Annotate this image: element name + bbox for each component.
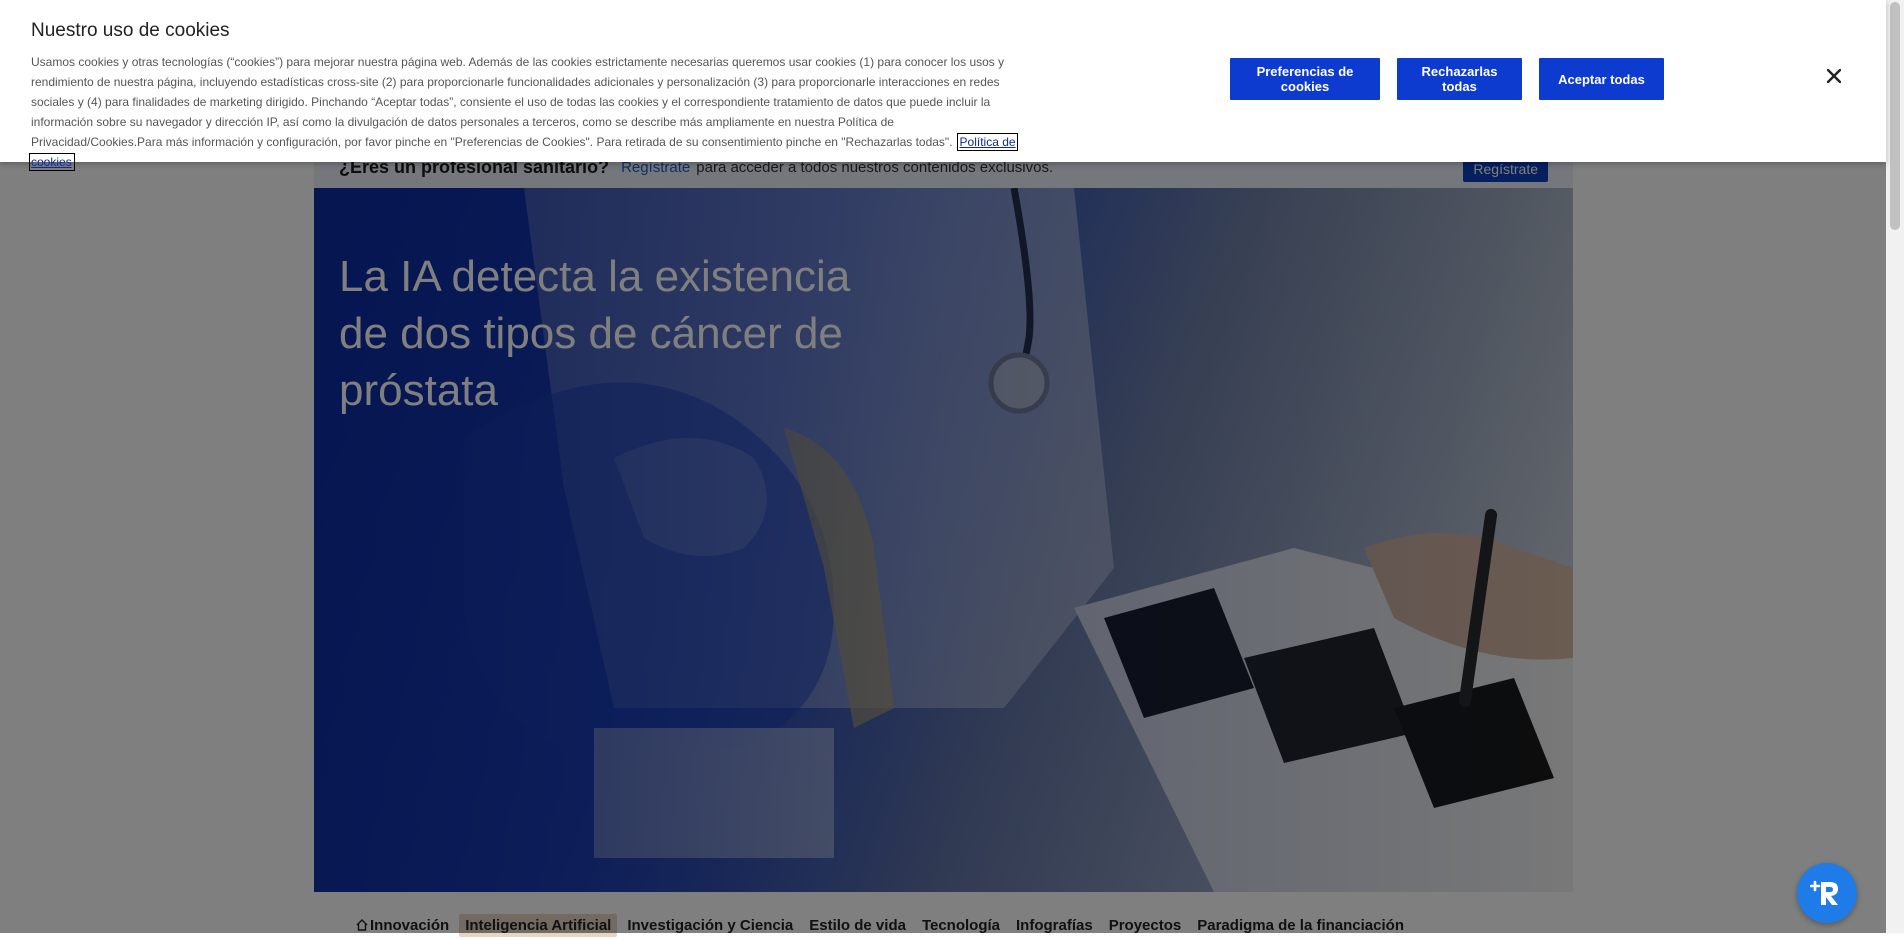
assistant-icon[interactable] — [1797, 863, 1857, 923]
cookie-banner-body: Usamos cookies y otras tecnologías (“coo… — [31, 55, 1005, 149]
cookie-banner: Nuestro uso de cookies Usamos cookies y … — [0, 0, 1886, 171]
cookie-banner-title: Nuestro uso de cookies — [31, 20, 230, 41]
accept-all-button[interactable]: Aceptar todas — [1539, 58, 1664, 100]
page-scrollbar[interactable] — [1886, 0, 1904, 933]
scrollbar-thumb[interactable] — [1890, 2, 1900, 230]
cookie-banner-text: Usamos cookies y otras tecnologías (“coo… — [29, 52, 1026, 172]
reject-all-button[interactable]: Rechazarlas todas — [1397, 58, 1522, 100]
close-icon[interactable] — [1822, 64, 1846, 88]
cookie-preferences-button[interactable]: Preferencias de cookies — [1230, 58, 1380, 100]
